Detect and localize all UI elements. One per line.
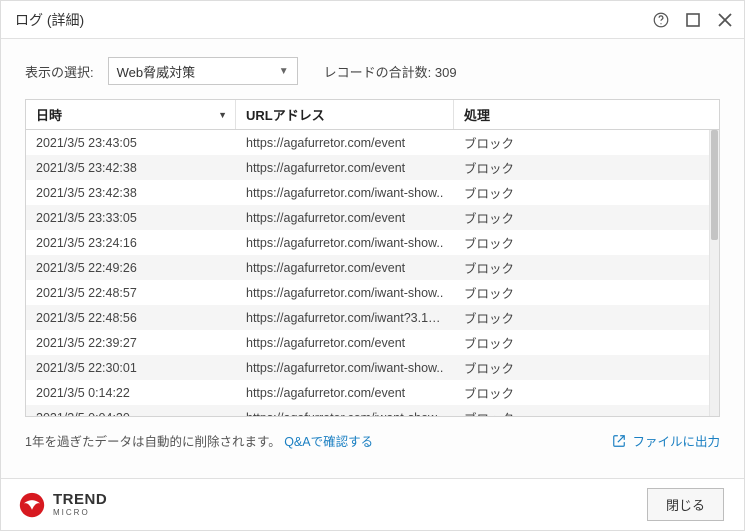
scrollbar[interactable]: [709, 130, 719, 416]
brand: TREND MICRO: [19, 492, 107, 518]
table-row[interactable]: 2021/3/5 23:33:05https://agafurretor.com…: [26, 205, 709, 230]
cell-date: 2021/3/5 22:30:01: [26, 361, 236, 375]
cell-action: ブロック: [454, 258, 709, 277]
table-header: 日時 ▼ URLアドレス 処理: [26, 100, 719, 130]
table-body: 2021/3/5 23:43:05https://agafurretor.com…: [26, 130, 709, 416]
cell-url: https://agafurretor.com/event: [236, 336, 454, 350]
cell-action: ブロック: [454, 133, 709, 152]
cell-date: 2021/3/5 23:33:05: [26, 211, 236, 225]
cell-url: https://agafurretor.com/event: [236, 386, 454, 400]
log-table: 日時 ▼ URLアドレス 処理 2021/3/5 23:43:05https:/…: [25, 99, 720, 417]
table-row[interactable]: 2021/3/5 0:04:20https://agafurretor.com/…: [26, 405, 709, 416]
sort-desc-icon: ▼: [218, 110, 227, 120]
scrollbar-thumb[interactable]: [711, 130, 718, 240]
cell-action: ブロック: [454, 333, 709, 352]
export-label: ファイルに出力: [632, 431, 720, 450]
toolbar: 表示の選択: Web脅威対策 ▼ レコードの合計数: 309: [1, 39, 744, 99]
retention-note: 1年を過ぎたデータは自動的に削除されます。 Q&Aで確認する: [25, 431, 373, 450]
qa-link[interactable]: Q&Aで確認する: [284, 435, 373, 449]
cell-date: 2021/3/5 23:43:05: [26, 136, 236, 150]
cell-date: 2021/3/5 22:39:27: [26, 336, 236, 350]
footer-note: 1年を過ぎたデータは自動的に削除されます。 Q&Aで確認する ファイルに出力: [1, 417, 744, 450]
close-icon[interactable]: [716, 11, 734, 29]
cell-date: 2021/3/5 22:48:57: [26, 286, 236, 300]
bottombar: TREND MICRO 閉じる: [1, 478, 744, 530]
cell-date: 2021/3/5 23:42:38: [26, 186, 236, 200]
table-row[interactable]: 2021/3/5 22:48:56https://agafurretor.com…: [26, 305, 709, 330]
cell-date: 2021/3/5 23:24:16: [26, 236, 236, 250]
cell-date: 2021/3/5 0:14:22: [26, 386, 236, 400]
cell-action: ブロック: [454, 358, 709, 377]
chevron-down-icon: ▼: [279, 66, 289, 77]
cell-url: https://agafurretor.com/iwant?3.1.2..: [236, 311, 454, 325]
table-row[interactable]: 2021/3/5 23:43:05https://agafurretor.com…: [26, 130, 709, 155]
maximize-icon[interactable]: [684, 11, 702, 29]
table-row[interactable]: 2021/3/5 23:42:38https://agafurretor.com…: [26, 180, 709, 205]
table-row[interactable]: 2021/3/5 23:42:38https://agafurretor.com…: [26, 155, 709, 180]
cell-url: https://agafurretor.com/iwant-show..: [236, 286, 454, 300]
cell-url: https://agafurretor.com/iwant-show..: [236, 361, 454, 375]
cell-action: ブロック: [454, 308, 709, 327]
table-row[interactable]: 2021/3/5 22:39:27https://agafurretor.com…: [26, 330, 709, 355]
select-label: 表示の選択:: [25, 62, 94, 81]
column-header-date[interactable]: 日時 ▼: [26, 100, 236, 129]
cell-action: ブロック: [454, 183, 709, 202]
table-row[interactable]: 2021/3/5 22:30:01https://agafurretor.com…: [26, 355, 709, 380]
table-row[interactable]: 2021/3/5 23:24:16https://agafurretor.com…: [26, 230, 709, 255]
cell-date: 2021/3/5 22:48:56: [26, 311, 236, 325]
export-link[interactable]: ファイルに出力: [612, 431, 720, 450]
close-button[interactable]: 閉じる: [647, 488, 724, 521]
cell-url: https://agafurretor.com/event: [236, 211, 454, 225]
cell-action: ブロック: [454, 383, 709, 402]
cell-url: https://agafurretor.com/event: [236, 161, 454, 175]
table-row[interactable]: 2021/3/5 0:14:22https://agafurretor.com/…: [26, 380, 709, 405]
cell-url: https://agafurretor.com/event: [236, 136, 454, 150]
column-header-action[interactable]: 処理: [454, 100, 719, 129]
cell-date: 2021/3/5 23:42:38: [26, 161, 236, 175]
cell-url: https://agafurretor.com/iwant-show..: [236, 236, 454, 250]
cell-date: 2021/3/5 22:49:26: [26, 261, 236, 275]
cell-url: https://agafurretor.com/iwant-show..: [236, 186, 454, 200]
window-title: ログ (詳細): [15, 10, 652, 30]
titlebar-actions: [652, 11, 734, 29]
select-value: Web脅威対策: [117, 62, 196, 81]
help-icon[interactable]: [652, 11, 670, 29]
cell-action: ブロック: [454, 208, 709, 227]
cell-url: https://agafurretor.com/iwant-show..: [236, 411, 454, 417]
table-row[interactable]: 2021/3/5 22:48:57https://agafurretor.com…: [26, 280, 709, 305]
brand-line1: TREND: [53, 492, 107, 507]
cell-url: https://agafurretor.com/event: [236, 261, 454, 275]
cell-action: ブロック: [454, 283, 709, 302]
titlebar: ログ (詳細): [1, 1, 744, 39]
column-header-url[interactable]: URLアドレス: [236, 100, 454, 129]
cell-date: 2021/3/5 0:04:20: [26, 411, 236, 417]
record-count: レコードの合計数: 309: [324, 62, 457, 81]
brand-logo-icon: [19, 492, 45, 518]
cell-action: ブロック: [454, 233, 709, 252]
cell-action: ブロック: [454, 408, 709, 416]
cell-action: ブロック: [454, 158, 709, 177]
table-row[interactable]: 2021/3/5 22:49:26https://agafurretor.com…: [26, 255, 709, 280]
display-select[interactable]: Web脅威対策 ▼: [108, 57, 298, 85]
brand-line2: MICRO: [53, 509, 107, 517]
